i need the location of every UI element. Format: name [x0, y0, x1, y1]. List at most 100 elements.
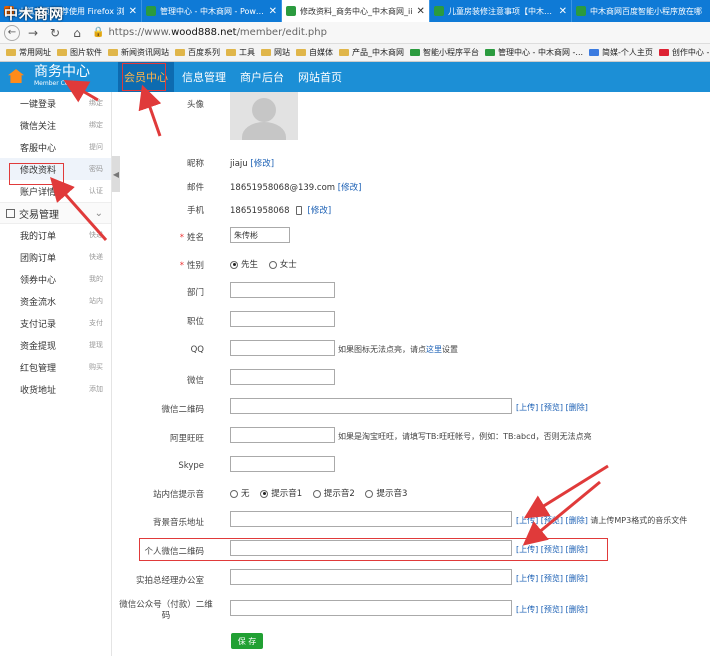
sidebar-item-withdraw[interactable]: 资金提现 提现 [0, 334, 111, 356]
nav-merchant-admin[interactable]: 商户后台 [234, 62, 290, 92]
bookmark-item[interactable]: 常用网址 [6, 47, 51, 58]
upload-link[interactable]: [上传] [516, 545, 538, 554]
bookmark-item[interactable]: 管理中心 - 中木商网 -... [485, 47, 583, 58]
home-icon[interactable]: ⌂ [68, 24, 86, 42]
back-arrow-icon[interactable]: ← [4, 24, 20, 41]
nav-site-home[interactable]: 网站首页 [292, 62, 348, 92]
sidebar-item-action[interactable]: 快递 [89, 252, 103, 262]
preview-link[interactable]: [预览] [541, 545, 563, 554]
sidebar-item-action[interactable]: 绑定 [89, 120, 103, 130]
sidebar-item-coupons[interactable]: 领券中心 我的 [0, 268, 111, 290]
upload-link[interactable]: [上传] [516, 605, 538, 614]
url-field[interactable]: 🔒 https://www. wood888.net/member/edit.ph… [92, 24, 704, 42]
lock-icon: 🔒 [92, 27, 105, 38]
gender-male-radio[interactable] [230, 260, 238, 269]
bookmark-item[interactable]: 百度系列 [175, 47, 220, 58]
sidebar-item-action[interactable]: 添加 [89, 384, 103, 394]
sidebar-item-cash-flow[interactable]: 资金流水 站内 [0, 290, 111, 312]
upload-link[interactable]: [上传] [516, 403, 538, 412]
preview-link[interactable]: [预览] [541, 574, 563, 583]
preview-link[interactable]: [预览] [541, 605, 563, 614]
close-icon[interactable]: ✕ [416, 6, 424, 17]
sidebar-item-one-click-login[interactable]: 一键登录 绑定 [0, 92, 111, 114]
sidebar-item-red-packets[interactable]: 红包管理 购买 [0, 356, 111, 378]
refresh-icon[interactable]: ↻ [46, 24, 64, 42]
qq-hint-link[interactable]: 这里 [426, 345, 442, 354]
save-button[interactable]: 保 存 [231, 633, 263, 649]
sidebar-item-action[interactable]: 绑定 [89, 98, 103, 108]
personal-qr-input[interactable] [230, 540, 512, 556]
bookmark-item[interactable]: 简媒-个人主页 [589, 47, 653, 58]
sidebar-item-group-orders[interactable]: 团购订单 快递 [0, 246, 111, 268]
sidebar-item-service[interactable]: 客服中心 提问 [0, 136, 111, 158]
nav-info-manage[interactable]: 信息管理 [176, 62, 232, 92]
name-input[interactable]: 朱传彬 [230, 227, 290, 243]
delete-link[interactable]: [删除] [566, 516, 588, 525]
position-input[interactable] [230, 311, 335, 327]
upload-link[interactable]: [上传] [516, 574, 538, 583]
bookmark-item[interactable]: 创作中心 - [658, 47, 709, 58]
bookmark-item[interactable]: 图片软件 [57, 47, 102, 58]
sidebar-item-wechat-follow[interactable]: 微信关注 绑定 [0, 114, 111, 136]
gender-female-radio[interactable] [268, 260, 277, 269]
browser-tab[interactable]: 儿童房装修注意事项【中木商网 ✕ [430, 0, 572, 22]
preview-link[interactable]: [预览] [541, 403, 563, 412]
email-value: 18651958068@139.com [230, 183, 336, 193]
notify-sound2-radio[interactable] [312, 489, 321, 498]
office-input[interactable] [230, 569, 512, 585]
modify-email-link[interactable]: [修改] [338, 183, 362, 193]
qq-hint: 如果图标无法点亮，请点这里设置 [338, 344, 458, 355]
sidebar-item-action[interactable]: 支付 [89, 318, 103, 328]
name-label: * 姓名 [112, 231, 204, 243]
logo[interactable]: 商务中心 Member Center [8, 64, 90, 88]
dept-input[interactable] [230, 282, 335, 298]
notify-none-radio[interactable] [230, 489, 238, 498]
sidebar-item-action[interactable]: 密码 [89, 164, 103, 174]
close-icon[interactable]: ✕ [559, 6, 567, 17]
sidebar-item-action[interactable]: 站内 [89, 296, 103, 306]
notify-sound3-radio[interactable] [365, 489, 374, 498]
sidebar-item-payments[interactable]: 支付记录 支付 [0, 312, 111, 334]
avatar[interactable] [230, 92, 298, 140]
browser-tab-active[interactable]: 修改资料_商务中心_中木商网_ii ✕ [282, 0, 430, 22]
delete-link[interactable]: [删除] [566, 605, 588, 614]
delete-link[interactable]: [删除] [566, 574, 588, 583]
bookmark-label: 新闻资讯网站 [121, 48, 169, 57]
notify-sound1-radio[interactable] [260, 489, 269, 498]
bookmark-item[interactable]: 工具 [226, 47, 255, 58]
modify-mobile-link[interactable]: [修改] [308, 206, 332, 216]
aliwangwang-hint: 如果是淘宝旺旺，请填写TB:旺旺帐号，例如：TB:abcd，否则无法点亮 [338, 432, 592, 441]
wechat-input[interactable] [230, 369, 335, 385]
aliwangwang-input[interactable] [230, 427, 335, 443]
delete-link[interactable]: [删除] [566, 545, 588, 554]
bookmark-item[interactable]: 产品_中木商网 [339, 47, 404, 58]
bookmark-item[interactable]: 网站 [261, 47, 290, 58]
modify-nickname-link[interactable]: [修改] [250, 159, 274, 169]
wxpay-input[interactable] [230, 600, 512, 616]
upload-link[interactable]: [上传] [516, 516, 538, 525]
close-icon[interactable]: ✕ [269, 6, 277, 17]
bookmark-item[interactable]: 自媒体 [296, 47, 333, 58]
sidebar-item-action[interactable]: 提问 [89, 142, 103, 152]
sidebar-item-action[interactable]: 购买 [89, 362, 103, 372]
sidebar-group-trade[interactable]: 交易管理 ⌄ [0, 202, 111, 224]
sidebar-item-my-orders[interactable]: 我的订单 快递 [0, 224, 111, 246]
browser-tab[interactable]: 管理中心 - 中木商网 - Powered ✕ [142, 0, 282, 22]
sidebar-item-address[interactable]: 收货地址 添加 [0, 378, 111, 400]
qq-input[interactable] [230, 340, 335, 356]
music-input[interactable] [230, 511, 512, 527]
delete-link[interactable]: [删除] [566, 403, 588, 412]
wechat-qr-input[interactable] [230, 398, 512, 414]
browser-tab[interactable]: 中木商网百度智能小程序放在哪 [572, 0, 710, 22]
skype-input[interactable] [230, 456, 335, 472]
close-icon[interactable]: ✕ [129, 6, 137, 17]
forward-arrow-icon[interactable]: → [24, 24, 42, 42]
annotation-arrow [522, 480, 601, 546]
bookmark-item[interactable]: 智能小程序平台 [410, 47, 479, 58]
sidebar-item-action[interactable]: 快递 [89, 230, 103, 240]
bookmark-item[interactable]: 新闻资讯网站 [108, 47, 169, 58]
sidebar-item-action[interactable]: 认证 [89, 186, 103, 196]
sidebar-item-action[interactable]: 提现 [89, 340, 103, 350]
preview-link[interactable]: [预览] [541, 516, 563, 525]
sidebar-item-action[interactable]: 我的 [89, 274, 103, 284]
